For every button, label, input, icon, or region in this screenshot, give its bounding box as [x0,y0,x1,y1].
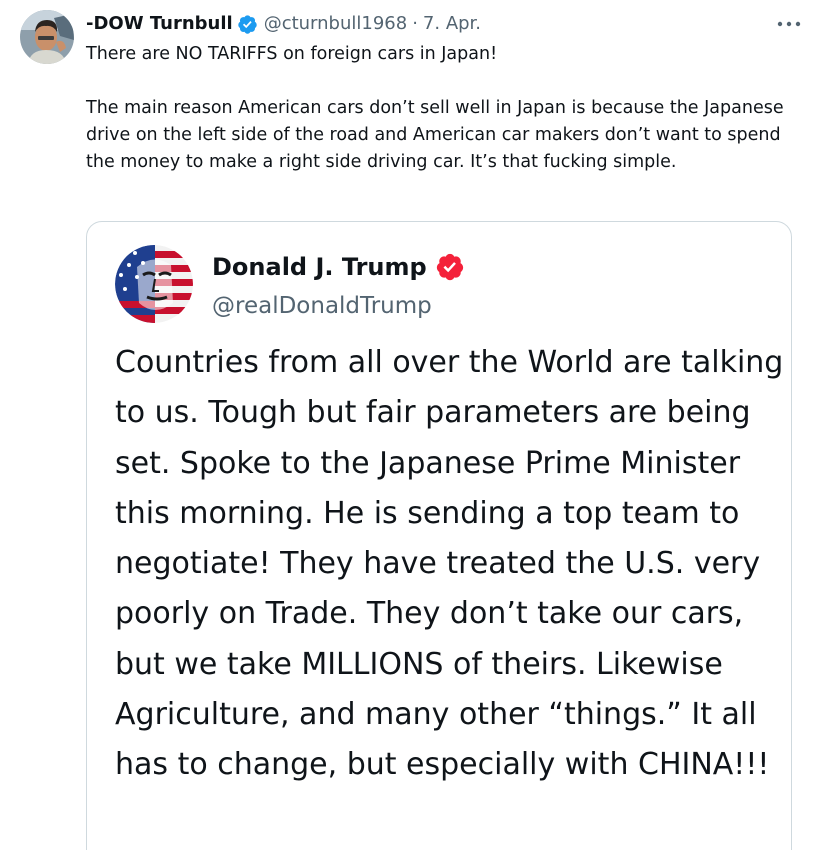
verified-badge-icon [237,14,258,35]
more-horizontal-icon [777,21,801,27]
quoted-author-handle[interactable]: @realDonaldTrump [212,293,432,319]
author-avatar[interactable] [20,10,74,64]
verified-badge-icon [435,252,465,282]
tweet-date[interactable]: 7. Apr. [423,11,481,37]
quoted-name-row: Donald J. Trump [212,250,465,284]
author-handle[interactable]: @cturnbull1968 [264,11,408,37]
avatar-photo [115,245,193,323]
author-display-name[interactable]: -DOW Turnbull [86,11,233,37]
tweet-header: -DOW Turnbull @cturnbull1968 · 7. Apr. [86,11,481,37]
separator-dot: · [412,13,418,34]
quoted-author-display-name[interactable]: Donald J. Trump [212,253,427,281]
tweet-paragraph: The main reason American cars don’t sell… [86,98,784,172]
tweet: -DOW Turnbull @cturnbull1968 · 7. Apr. T… [0,0,820,850]
quoted-tweet-card[interactable]: Donald J. Trump @realDonaldTrump Countri… [86,221,792,850]
quoted-tweet-text: Countries from all over the World are ta… [115,345,784,783]
quoted-author-avatar[interactable] [115,245,193,323]
avatar-photo [20,10,74,64]
tweet-paragraph: There are NO TARIFFS on foreign cars in … [86,44,498,64]
tweet-text: There are NO TARIFFS on foreign cars in … [86,41,796,176]
more-options-button[interactable] [774,12,804,36]
